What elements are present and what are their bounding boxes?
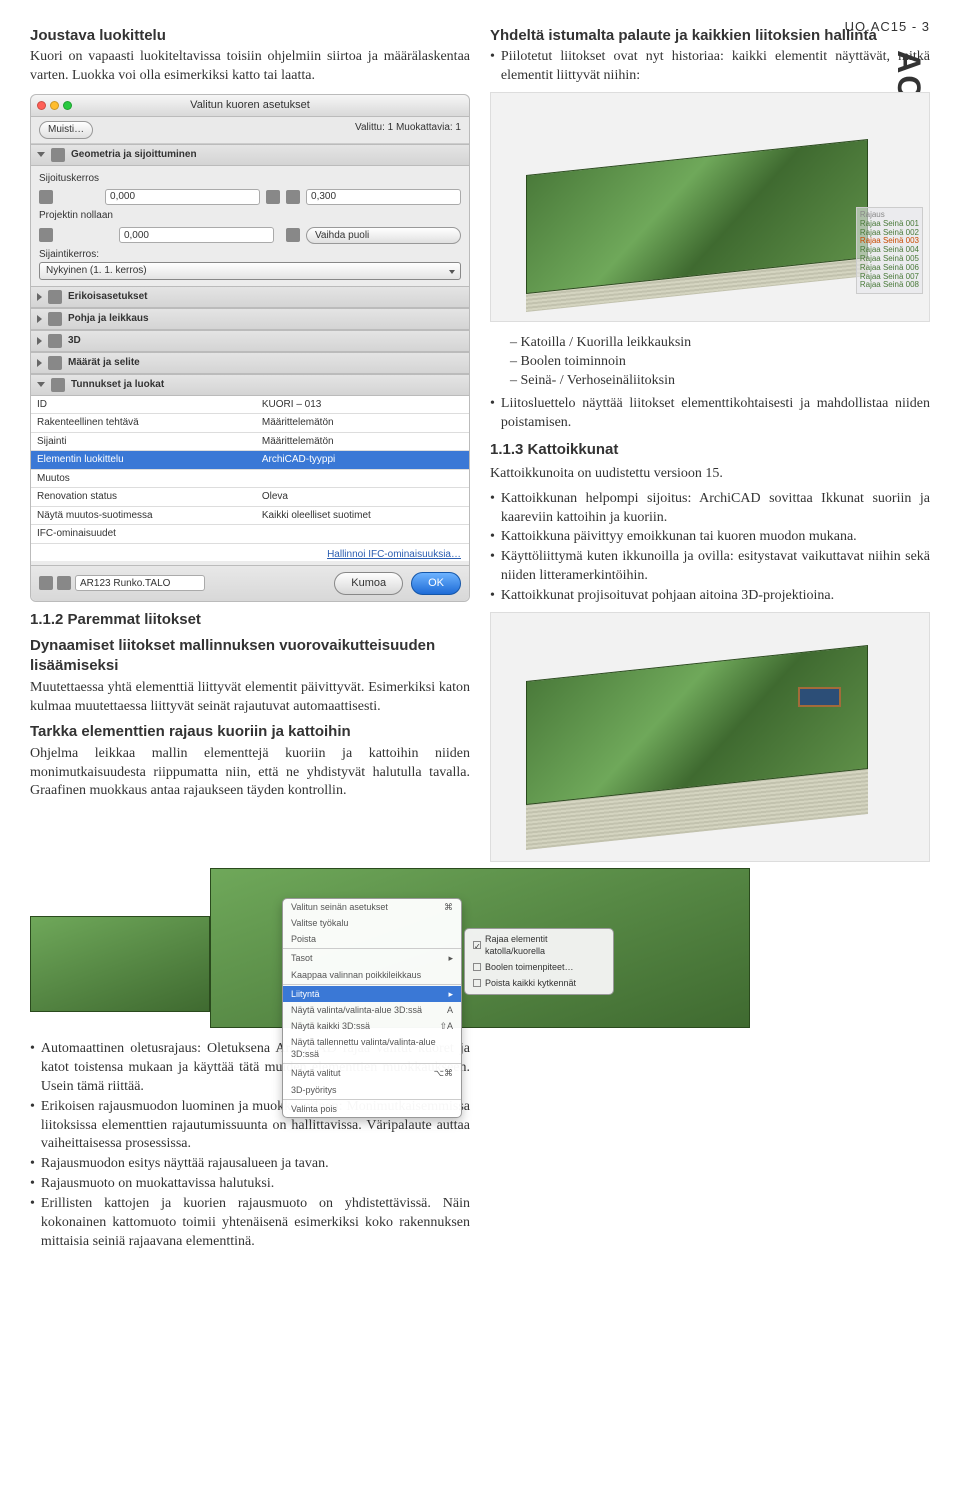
dialog-title: Valitun kuoren asetukset — [190, 98, 310, 113]
label-home-story: Sijaintikerros: — [39, 248, 461, 262]
unchecked-icon — [473, 979, 481, 987]
story-offset-field[interactable]: 0,000 — [105, 189, 260, 205]
menu-item-show-sel-3d[interactable]: Näytä valinta/valinta-alue 3D:ssäA — [283, 1002, 461, 1018]
roof-render-2 — [490, 612, 930, 862]
heading-precise-trim: Tarkka elementtien rajaus kuoriin ja kat… — [30, 722, 470, 742]
context-menu[interactable]: Valitun seinän asetukset⌘ Valitse työkal… — [282, 898, 462, 1118]
flip-icon[interactable] — [286, 228, 300, 242]
label-project-zero: Projektin nollaan — [39, 209, 113, 223]
close-icon[interactable] — [37, 101, 46, 110]
menu-item-connection[interactable]: Liityntä▸ — [283, 986, 461, 1002]
dash-list: Katoilla / Kuorilla leikkauksin Boolen t… — [490, 334, 930, 391]
story-anchor-icon[interactable] — [39, 190, 53, 204]
section-floorplan[interactable]: Pohja ja leikkaus — [31, 308, 469, 330]
props-table: IDKUORI – 013 Rakenteellinen tehtäväMäär… — [31, 396, 469, 544]
bullet-item: Piilotetut liitokset ovat nyt historiaa:… — [490, 48, 930, 86]
label-story: Sijoituskerros — [39, 172, 99, 186]
heading-1-1-2: 1.1.2 Paremmat liitokset — [30, 610, 470, 630]
section-quantities[interactable]: Määrät ja selite — [31, 352, 469, 374]
pitch-icon[interactable] — [286, 190, 300, 204]
heading-1-1-3: 1.1.3 Kattoikkunat — [490, 440, 930, 460]
section-special[interactable]: Erikoisasetukset — [31, 286, 469, 308]
menu-item-settings[interactable]: Valitun seinän asetukset⌘ — [283, 899, 461, 915]
table-row-selected[interactable]: Elementin luokitteluArchiCAD-tyyppi — [31, 451, 469, 470]
table-row: IDKUORI – 013 — [31, 396, 469, 414]
menu-item-deselect[interactable]: Valinta pois — [283, 1101, 461, 1117]
bullet-item: Liitosluettelo näyttää liitokset element… — [490, 395, 930, 433]
page-tag: UO.AC15 - 3 — [845, 18, 930, 36]
layer-field[interactable]: AR123 Runko.TALO — [75, 575, 205, 591]
paragraph-precise-trim: Ohjelma leikkaa mallin elementtejä kuori… — [30, 745, 470, 802]
flip-side-button[interactable]: Vaihda puoli — [306, 227, 461, 245]
table-row: Rakenteellinen tehtäväMäärittelemätön — [31, 414, 469, 433]
dialog-titlebar[interactable]: Valitun kuoren asetukset — [31, 95, 469, 117]
table-row: Renovation statusOleva — [31, 488, 469, 507]
submenu-item-remove[interactable]: Poista kaikki kytkennät — [465, 975, 613, 991]
menu-item-show-all-3d[interactable]: Näytä kaikki 3D:ssä⇧A — [283, 1018, 461, 1034]
memory-button[interactable]: Muisti… — [39, 121, 93, 139]
disclosure-icon — [37, 293, 42, 301]
section-geometry[interactable]: Geometria ja sijoittuminen — [31, 144, 469, 166]
disclosure-open-icon — [37, 152, 45, 157]
menu-item-3d-rotate[interactable]: 3D-pyöritys — [283, 1082, 461, 1098]
menu-item-show-saved-3d[interactable]: Näytä tallennettu valinta/valinta-alue 3… — [283, 1034, 461, 1062]
cube-icon — [48, 334, 62, 348]
rise-field[interactable]: 0,300 — [306, 189, 461, 205]
disclosure-icon — [37, 315, 42, 323]
unchecked-icon — [473, 963, 481, 971]
heading-flexible-classification: Joustava luokittelu — [30, 26, 470, 46]
menu-item-delete[interactable]: Poista — [283, 931, 461, 947]
ok-button[interactable]: OK — [411, 572, 461, 595]
rajaus-legend: Rajaus Rajaa Seinä 001 Rajaa Seinä 002 R… — [856, 207, 923, 294]
checklist-icon — [51, 378, 65, 392]
check-icon — [473, 941, 481, 949]
section-3d[interactable]: 3D — [31, 330, 469, 352]
zoom-icon[interactable] — [63, 101, 72, 110]
menu-item-levels[interactable]: Tasot▸ — [283, 950, 461, 966]
floorplan-icon — [48, 312, 62, 326]
home-story-dropdown[interactable]: Nykyinen (1. 1. kerros) — [39, 262, 461, 280]
table-row: IFC-ominaisuudet — [31, 525, 469, 544]
disclosure-icon — [37, 337, 42, 345]
paragraph-dynamic-joints: Muutettaessa yhtä elementtiä liittyvät e… — [30, 679, 470, 717]
project-zero-icon[interactable] — [39, 228, 53, 242]
heading-dynamic-joints: Dynaamiset liitokset mallinnuksen vuorov… — [30, 636, 470, 677]
context-menu-render: Valitun seinän asetukset⌘ Valitse työkal… — [30, 868, 930, 1028]
selection-count-label: Valittu: 1 Muokattavia: 1 — [355, 121, 461, 139]
skylight-icon — [798, 687, 842, 707]
project-zero-field[interactable]: 0,000 — [119, 227, 274, 243]
tag-icon — [48, 356, 62, 370]
paragraph-classification: Kuori on vapaasti luokiteltavissa toisii… — [30, 48, 470, 86]
menu-item-show-selected[interactable]: Näytä valitut⌥⌘ — [283, 1065, 461, 1081]
shell-settings-dialog: Valitun kuoren asetukset Muisti… Valittu… — [30, 94, 470, 602]
menu-item-capture[interactable]: Kaappaa valinnan poikkileikkaus — [283, 967, 461, 983]
manage-ifc-link[interactable]: Hallinnoi IFC-ominaisuuksia… — [39, 548, 461, 562]
table-row: Muutos — [31, 469, 469, 488]
special-icon — [48, 290, 62, 304]
minimize-icon[interactable] — [50, 101, 59, 110]
roof-render-1: Rajaus Rajaa Seinä 001 Rajaa Seinä 002 R… — [490, 92, 930, 322]
rise-icon — [266, 190, 280, 204]
context-submenu[interactable]: Rajaa elementit katolla/kuorella Boolen … — [464, 928, 614, 995]
geometry-icon — [51, 148, 65, 162]
eye-icon[interactable] — [39, 576, 53, 590]
corner-shape — [30, 916, 210, 1012]
table-row: Näytä muutos-suotimessaKaikki oleelliset… — [31, 506, 469, 525]
submenu-item-trim[interactable]: Rajaa elementit katolla/kuorella — [465, 931, 613, 959]
menu-item-tool[interactable]: Valitse työkalu — [283, 915, 461, 931]
disclosure-open-icon — [37, 382, 45, 387]
disclosure-icon — [37, 359, 42, 367]
cancel-button[interactable]: Kumoa — [334, 572, 403, 595]
submenu-item-bool[interactable]: Boolen toimenpiteet… — [465, 959, 613, 975]
layer-icon[interactable] — [57, 576, 71, 590]
paragraph-skylights: Kattoikkunoita on uudistettu versioon 15… — [490, 465, 930, 484]
table-row: SijaintiMäärittelemätön — [31, 432, 469, 451]
section-tags[interactable]: Tunnukset ja luokat — [31, 374, 469, 396]
skylight-list: Kattoikkunan helpompi sijoitus: ArchiCAD… — [490, 490, 930, 606]
